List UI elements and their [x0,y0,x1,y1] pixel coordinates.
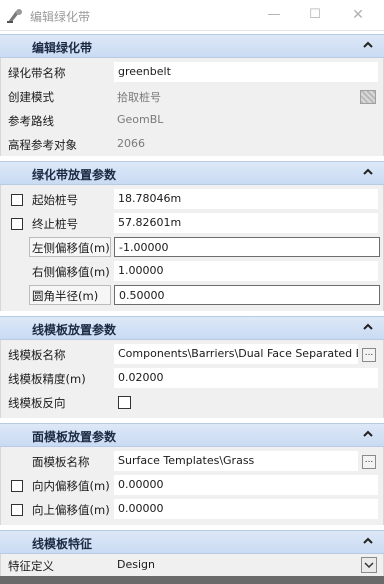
upward-offset-checkbox[interactable] [11,504,23,516]
field-label: 面模板名称 [32,455,90,469]
section-title: 绿化带放置参数 [32,168,117,182]
row-create-mode: 创建模式 拾取桩号 [1,84,384,108]
browse-button[interactable]: ... [362,455,376,469]
field-label: 向上偏移值(m) [32,503,110,517]
upward-offset-input[interactable]: 0.00000 [114,499,378,519]
section-header-line-template[interactable]: 线模板放置参数 [0,316,384,340]
collapse-chevron-icon[interactable] [362,166,374,178]
row-upward-offset: 向上偏移值(m) 0.00000 [1,497,384,521]
right-offset-input[interactable]: 1.00000 [114,261,378,281]
row-inward-offset: 向内偏移值(m) 0.00000 [1,473,384,497]
row-end-station: 终止桩号 57.82601m [1,211,384,235]
line-template-precision-input[interactable]: 0.02000 [114,368,378,388]
dropdown-button[interactable] [361,557,377,573]
section-header-edit[interactable]: 编辑绿化带 [0,34,384,58]
section-body-surface-template: 面模板名称 Surface Templates\Grass ... 向内偏移值(… [0,447,384,525]
left-offset-input[interactable]: -1.00000 [114,237,380,257]
field-label: 起始桩号 [32,193,78,207]
field-label: 绿化带名称 [8,66,66,80]
field-label: 参考路线 [8,114,54,128]
section-title: 面模板放置参数 [32,430,117,444]
browse-button[interactable]: ... [362,348,376,362]
section-header-surface-template[interactable]: 面模板放置参数 [0,423,384,447]
pick-station-icon[interactable] [360,90,376,104]
field-label: 线模板反向 [8,396,66,410]
chevron-down-icon [364,562,374,569]
row-left-offset: 左侧偏移值(m) -1.00000 [1,235,384,259]
row-line-template-precision: 线模板精度(m) 0.02000 [1,366,384,390]
close-button[interactable]: ✕ [346,4,370,26]
row-line-template-reverse: 线模板反向 [1,390,384,414]
field-label: 创建模式 [8,90,54,104]
row-ref-path: 参考路线 GeomBL [1,108,384,132]
field-label: 向内偏移值(m) [32,479,110,493]
row-line-template-name: 线模板名称 Components\Barriers\Dual Face Sepa… [1,342,384,366]
start-station-checkbox[interactable] [11,194,23,206]
surface-template-name-input[interactable]: Surface Templates\Grass [114,451,358,471]
ref-path-value: GeomBL [117,113,164,126]
field-label: 终止桩号 [32,217,78,231]
field-label: 线模板名称 [8,348,66,362]
collapse-chevron-icon[interactable] [362,39,374,51]
minimize-button[interactable]: — [262,4,286,26]
section-body-line-template: 线模板名称 Components\Barriers\Dual Face Sepa… [0,340,384,418]
row-belt-name: 绿化带名称 greenbelt [1,60,384,84]
section-body-line-feature: 特征定义 Design [0,554,384,576]
belt-name-input[interactable]: greenbelt [114,62,378,82]
elev-ref-value: 2066 [117,137,145,150]
field-label: 左侧偏移值(m) [32,241,110,255]
field-label: 线模板精度(m) [8,372,86,386]
window-titlebar: 编辑绿化带 — ☐ ✕ [0,0,384,31]
maximize-button[interactable]: ☐ [303,4,327,26]
window-title: 编辑绿化带 [30,10,91,24]
row-fillet-radius: 圆角半径(m) 0.50000 [1,283,384,307]
row-feature-definition: 特征定义 Design [1,554,384,576]
field-label: 高程参考对象 [8,138,77,152]
section-header-line-feature[interactable]: 线模板特征 [0,530,384,554]
start-station-input[interactable]: 18.78046m [114,189,378,209]
section-title: 线模板放置参数 [32,323,117,337]
inward-offset-checkbox[interactable] [11,480,23,492]
inward-offset-input[interactable]: 0.00000 [114,475,378,495]
app-icon [7,9,22,23]
bottom-edge [0,576,384,584]
section-header-placement[interactable]: 绿化带放置参数 [0,161,384,185]
end-station-input[interactable]: 57.82601m [114,213,378,233]
end-station-checkbox[interactable] [11,218,23,230]
field-label: 右侧偏移值(m) [32,265,110,279]
fillet-radius-input[interactable]: 0.50000 [114,285,380,305]
feature-definition-select[interactable]: Design [117,558,155,571]
row-elev-ref: 高程参考对象 2066 [1,132,384,156]
create-mode-value: 拾取桩号 [117,91,161,104]
section-title: 线模板特征 [32,537,93,551]
section-title: 编辑绿化带 [32,41,93,55]
line-template-reverse-checkbox[interactable] [118,396,131,409]
collapse-chevron-icon[interactable] [362,428,374,440]
field-label: 圆角半径(m) [32,289,99,303]
section-body-edit: 绿化带名称 greenbelt 创建模式 拾取桩号 参考路线 GeomBL 高程… [0,58,384,156]
row-right-offset: 右侧偏移值(m) 1.00000 [1,259,384,283]
field-label: 特征定义 [8,559,54,573]
row-start-station: 起始桩号 18.78046m [1,187,384,211]
collapse-chevron-icon[interactable] [362,321,374,333]
row-surface-template-name: 面模板名称 Surface Templates\Grass ... [1,449,384,473]
section-body-placement: 起始桩号 18.78046m 终止桩号 57.82601m 左侧偏移值(m) -… [0,185,384,311]
line-template-name-input[interactable]: Components\Barriers\Dual Face Separated … [114,344,358,364]
collapse-chevron-icon[interactable] [362,535,374,547]
